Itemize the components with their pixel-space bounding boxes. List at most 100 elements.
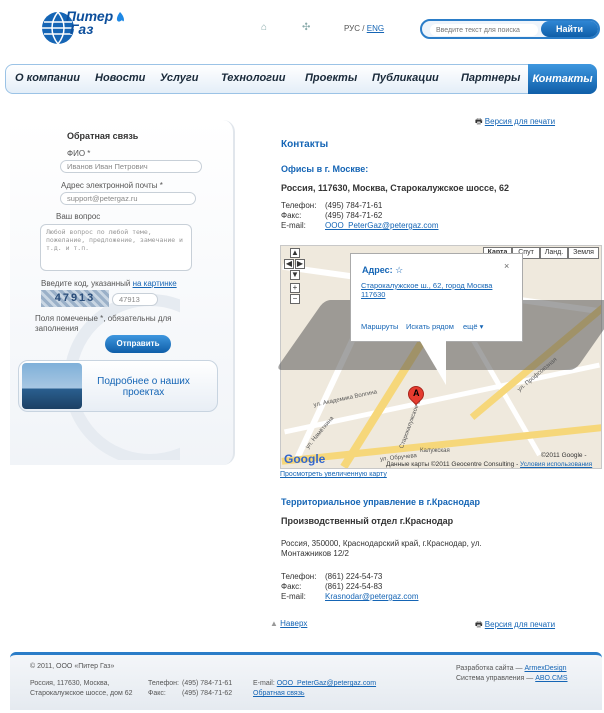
search-input[interactable] <box>430 24 538 36</box>
larger-map-link[interactable]: Просмотреть увеличенную карту <box>280 471 387 478</box>
popup-directions-link[interactable]: Маршруты <box>361 322 398 331</box>
arrow-up-icon: ▲ <box>270 619 278 628</box>
popup-more-link[interactable]: ещё ▾ <box>463 322 483 331</box>
fax-label: Факс: <box>281 211 302 220</box>
kr-email-link[interactable]: Krasnodar@petergaz.com <box>325 592 419 601</box>
map-pan-up-icon[interactable]: ▲ <box>290 248 300 258</box>
nav-item-technologies[interactable]: Технологии <box>221 72 285 84</box>
map-data-credit: Данные карты ©2011 Geocentre Consulting … <box>386 461 592 468</box>
moscow-phone-row: Телефон: (495) 784-71-61 <box>281 201 382 210</box>
kr-email-label: E-mail: <box>281 592 306 601</box>
fax-value: (495) 784-71-62 <box>325 211 383 220</box>
send-button[interactable]: Отправить <box>105 335 171 353</box>
krasnodar-heading: Территориальное управление в г.Краснодар <box>281 497 480 507</box>
popup-close-icon[interactable]: × <box>504 261 509 271</box>
captcha-image: 47913 <box>41 290 109 307</box>
question-textarea[interactable]: Любой вопрос по любой теме, пожелание, п… <box>40 224 192 271</box>
map-terms-link[interactable]: Условия использования <box>520 461 592 468</box>
krasnodar-fax-row: Факс: (861) 224-54-83 <box>281 582 382 591</box>
moscow-heading: Офисы в г. Москве: <box>281 164 369 174</box>
nav-item-news[interactable]: Новости <box>95 72 145 84</box>
print-version-bottom[interactable]: 🖶 Версия для печати <box>475 619 555 633</box>
map-info-popup-tail <box>420 341 446 385</box>
kr-phone-value: (861) 224-54-73 <box>325 572 383 581</box>
back-to-top-link[interactable]: Наверх <box>280 619 307 628</box>
nav-item-about[interactable]: О компании <box>15 72 80 84</box>
lang-ru[interactable]: РУС <box>344 24 360 33</box>
printer-icon: 🖶 <box>475 117 483 126</box>
nav-item-contacts[interactable]: Контакты <box>528 64 597 94</box>
required-note: Поля помеченые *, обязательны для заполн… <box>35 314 172 333</box>
moscow-address: Россия, 117630, Москва, Старокалужское ш… <box>281 183 509 193</box>
krasnodar-phone-row: Телефон: (861) 224-54-73 <box>281 572 382 581</box>
popup-address-link[interactable]: Старокалужское ш., 62, город Москва 1176… <box>361 281 511 299</box>
map-marker-label: A <box>413 388 420 398</box>
footer-email-label: E-mail: <box>253 680 275 687</box>
logo-text[interactable]: Питер Газ <box>66 9 113 36</box>
footer-phone-row: Телефон: (495) 784-71-61 <box>148 680 232 687</box>
footer-dev-link[interactable]: ArmexDesign <box>524 665 566 672</box>
email-label: Адрес электронной почты * <box>61 181 163 190</box>
krasnodar-email-row: E-mail: Krasnodar@petergaz.com <box>281 592 419 601</box>
print-link-bottom[interactable]: Версия для печати <box>485 620 555 629</box>
map-zoom-in-icon[interactable]: + <box>290 283 300 293</box>
star-icon[interactable]: ☆ <box>395 265 403 275</box>
footer-fax-row: Факс: (495) 784-71-62 <box>148 690 232 697</box>
krasnodar-dept: Производственный отдел г.Краснодар <box>281 516 454 526</box>
kr-fax-value: (861) 224-54-83 <box>325 582 383 591</box>
moscow-fax-row: Факс: (495) 784-71-62 <box>281 211 382 220</box>
map-pan-down-icon[interactable]: ▼ <box>290 270 300 280</box>
footer-phone: (495) 784-71-61 <box>182 680 233 687</box>
map-zoom-out-icon[interactable]: − <box>290 294 300 304</box>
captcha-input[interactable]: 47913 <box>112 293 158 306</box>
map-type-terrain[interactable]: Ланд. <box>540 247 568 259</box>
search-button[interactable]: Найти <box>541 21 598 37</box>
map-type-earth[interactable]: Земля <box>568 247 599 259</box>
email-label: E-mail: <box>281 221 306 230</box>
street-label-kaluzhskaya: Калужская <box>420 448 450 454</box>
map-pan-right-icon[interactable]: ▶ <box>295 259 305 269</box>
home-icon[interactable]: ⌂ <box>261 22 267 33</box>
map-pan-left-icon[interactable]: ◀ <box>284 259 294 269</box>
popup-title: Адрес: ☆ <box>362 265 403 276</box>
fio-field[interactable]: Иванов Иван Петрович <box>60 160 202 173</box>
nav-item-services[interactable]: Услуги <box>160 72 198 84</box>
nav-item-partners[interactable]: Партнеры <box>461 72 520 84</box>
lang-separator: / <box>362 24 365 33</box>
language-switch: РУС / ENG <box>344 24 384 33</box>
krasnodar-address: Россия, 350000, Краснодарский край, г.Кр… <box>281 539 482 558</box>
footer-cms-label: Система управления — <box>456 675 534 682</box>
footer-phone-label: Телефон: <box>148 680 179 687</box>
footer-dev-row: Разработка сайта — ArmexDesign <box>456 665 567 672</box>
back-to-top[interactable]: ▲ Наверх <box>270 619 307 628</box>
print-version-top[interactable]: 🖶 Версия для печати <box>475 116 555 130</box>
footer-cms-row: Система управления — ABO.CMS <box>456 675 568 682</box>
printer-icon: 🖶 <box>475 620 483 629</box>
footer-fax: (495) 784-71-62 <box>182 690 233 697</box>
map-copyright: ©2011 Google - <box>541 452 587 459</box>
email-field[interactable]: support@petergaz.ru <box>60 192 196 205</box>
footer-copyright: © 2011, ООО «Питер Газ» <box>30 663 115 670</box>
captcha-link[interactable]: на картинке <box>133 279 177 288</box>
footer-cms-link[interactable]: ABO.CMS <box>535 675 567 682</box>
moscow-email-row: E-mail: OOO_PeterGaz@petergaz.com <box>281 221 439 230</box>
footer-address-line1: Россия, 117630, Москва, <box>30 680 110 687</box>
email-link[interactable]: OOO_PeterGaz@petergaz.com <box>325 221 439 230</box>
footer-feedback-link[interactable]: Обратная связь <box>253 690 305 697</box>
print-link-top[interactable]: Версия для печати <box>485 117 555 126</box>
footer-email-link[interactable]: OOO_PeterGaz@petergaz.com <box>277 680 376 687</box>
popup-search-nearby-link[interactable]: Искать рядом <box>406 322 454 331</box>
kr-phone-label: Телефон: <box>281 572 317 581</box>
nav-item-publications[interactable]: Публикации <box>372 72 439 84</box>
code-label: Введите код, указанный на картинке <box>41 279 177 288</box>
promo-text[interactable]: Подробнее о наших проектах <box>96 376 191 398</box>
map-data-credit-text: Данные карты ©2011 Geocentre Consulting … <box>386 461 519 468</box>
footer-dev-label: Разработка сайта — <box>456 665 523 672</box>
footer-email-row: E-mail: OOO_PeterGaz@petergaz.com <box>253 680 376 687</box>
google-logo[interactable]: Google <box>284 452 325 466</box>
question-label: Ваш вопрос <box>56 212 101 221</box>
lang-en[interactable]: ENG <box>367 24 384 33</box>
sitemap-icon[interactable]: ✣ <box>302 22 310 33</box>
phone-value: (495) 784-71-61 <box>325 201 383 210</box>
nav-item-projects[interactable]: Проекты <box>305 72 357 84</box>
